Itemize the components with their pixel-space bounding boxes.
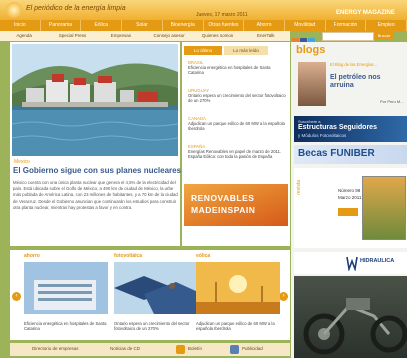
section-caption[interactable]: Eficiencia energética en hospitales de S…	[24, 321, 108, 332]
blog-post-title[interactable]: El petróleo nos arruina	[330, 74, 406, 90]
section-card[interactable]: eólica Adjudican un parque eólico de 60 …	[196, 253, 280, 332]
sun-logo-icon[interactable]	[6, 2, 22, 18]
nav-item-ahorro[interactable]: Ahorro	[244, 20, 285, 31]
subnav-item-enertalk[interactable]: EnerTalk	[242, 31, 290, 41]
subnav-item-consejo[interactable]: Consejo asesor	[145, 31, 193, 41]
magazine-cover-image[interactable]	[362, 176, 406, 240]
wind-sunset-photo[interactable]	[196, 262, 280, 314]
section-title[interactable]: fotovoltáica	[114, 253, 198, 259]
section-caption[interactable]: Adjudican un parque eólico de 60 MW a la…	[196, 321, 280, 332]
search-button[interactable]: Buscar	[374, 32, 394, 40]
magazine-issue-date: Marzo 2011	[338, 195, 362, 200]
ad-line-2: MADEINSPAIN	[191, 205, 256, 215]
site-tagline: El periódico de la energía limpia	[26, 5, 126, 12]
nav-item-panorama[interactable]: Panorama	[41, 20, 82, 31]
news-item[interactable]: BRASIL Eficiencia energética en hospital…	[188, 60, 286, 76]
nav-item-inicio[interactable]: Inicio	[0, 20, 41, 31]
nuclear-plant-photo[interactable]	[12, 44, 178, 156]
news-item-title[interactable]: Adjudican un parque eólico de 60 MW a la…	[188, 121, 286, 132]
search-input[interactable]	[322, 32, 374, 41]
date-label: Jueves, 17 marzo 2011	[196, 12, 248, 18]
news-item[interactable]: CANADÁ Adjudican un parque eólico de 60 …	[188, 116, 286, 132]
section-card[interactable]: fotovoltáica Ontario espera un crecimien…	[114, 253, 198, 332]
footer-link-publicidad[interactable]: Publicidad	[242, 346, 263, 351]
nav-item-solar[interactable]: Solar	[122, 20, 163, 31]
nav-item-otras-fuentes[interactable]: Otras fuentes	[204, 20, 245, 31]
magazine-open-button[interactable]	[338, 208, 358, 216]
article-category[interactable]: Mexico	[14, 159, 30, 165]
hidraulica-logo-icon	[346, 256, 358, 271]
subnav-item-special-press[interactable]: Special Press	[48, 31, 96, 41]
sub-nav: Agenda Special Press Empresas Consejo as…	[0, 31, 290, 41]
energy-magazine-link[interactable]: ENERGY MAGAZINE	[336, 10, 395, 16]
subnav-item-quienes-somos[interactable]: Quienes somos	[193, 31, 241, 41]
social-search-bar: Buscar	[292, 32, 407, 45]
news-item[interactable]: URUGUAY Ontario espera un crecimiento de…	[188, 88, 286, 104]
nav-item-eolica[interactable]: Eólica	[81, 20, 123, 31]
footer-link-noticias[interactable]: Noticias de CD	[110, 346, 140, 351]
motorcycle-photo[interactable]	[294, 276, 407, 358]
footer-bar: Directorio de empresas Noticias de CD Bo…	[10, 343, 290, 356]
nav-item-empleo[interactable]: Empleo	[366, 20, 407, 31]
becas-funiber-label: Becas FUNIBER	[298, 148, 375, 159]
section-caption[interactable]: Ontario espera un crecimiento del sector…	[114, 321, 198, 332]
solar-panels-photo[interactable]	[114, 262, 198, 314]
magazine-issue-number: Número 98	[338, 188, 361, 193]
seguidores-ad-title: Estructuras Seguidores	[298, 124, 377, 131]
seguidores-ad-sub: y Módulos Fotovoltaicos	[298, 133, 347, 138]
news-item-title[interactable]: Energías Renovables en papel de marzo de…	[188, 149, 286, 160]
hospital-photo[interactable]	[24, 262, 108, 314]
nav-item-formacion[interactable]: Formación	[326, 20, 367, 31]
tab-lo-mas-leido[interactable]: Lo más leído	[224, 46, 268, 55]
subnav-item-empresas[interactable]: Empresas	[97, 31, 145, 41]
carousel-prev-button[interactable]: ‹	[12, 292, 21, 301]
news-item[interactable]: ESPAÑA Energías Renovables en papel de m…	[188, 144, 286, 160]
carousel-next-button[interactable]: ›	[279, 292, 288, 301]
blog-name[interactable]: El Blog de las Energías...	[330, 62, 377, 67]
section-card[interactable]: ahorro Eficiencia energética en hospital…	[24, 253, 108, 332]
article-body: México cuenta con una única planta nucle…	[13, 180, 178, 210]
hidraulica-ad[interactable]: HIDRAULICA	[294, 252, 407, 274]
subnav-item-agenda[interactable]: Agenda	[0, 31, 48, 41]
tab-lo-ultimo[interactable]: Lo último	[184, 46, 222, 55]
blogger-avatar[interactable]	[298, 62, 326, 106]
news-tabs: Lo último Lo más leído	[184, 46, 288, 55]
main-nav: Inicio Panorama Eólica Solar Bioenergía …	[0, 20, 407, 31]
ad-line-1: RENOVABLES	[191, 193, 255, 203]
newsletter-icon[interactable]	[176, 345, 185, 354]
news-item-title[interactable]: Eficiencia energética en hospitales de S…	[188, 65, 286, 76]
becas-funiber-ad[interactable]: Becas FUNIBER	[294, 145, 407, 164]
section-title[interactable]: ahorro	[24, 253, 108, 259]
magazine-side-label: revista	[296, 180, 302, 195]
nav-item-movilidad[interactable]: Movilidad	[285, 20, 326, 31]
section-title[interactable]: eólica	[196, 253, 280, 259]
advertising-icon[interactable]	[230, 345, 239, 354]
renovables-madeinspain-ad[interactable]: RENOVABLES MADEINSPAIN	[184, 184, 288, 226]
blog-author: Por Peru M...	[380, 99, 404, 104]
article-headline[interactable]: El Gobierno sigue con sus planes nuclear…	[13, 166, 181, 175]
seguidores-ad[interactable]: Suscríbete a Estructuras Seguidores y Mó…	[294, 116, 407, 142]
blogs-heading[interactable]: blogs	[296, 44, 325, 56]
footer-link-directorio[interactable]: Directorio de empresas	[32, 346, 79, 351]
hidraulica-label: HIDRAULICA	[360, 258, 395, 264]
news-item-title[interactable]: Ontario espera un crecimiento del sector…	[188, 93, 286, 104]
footer-link-boletin[interactable]: Boletín	[188, 346, 202, 351]
nav-item-bioenergia[interactable]: Bioenergía	[163, 20, 204, 31]
